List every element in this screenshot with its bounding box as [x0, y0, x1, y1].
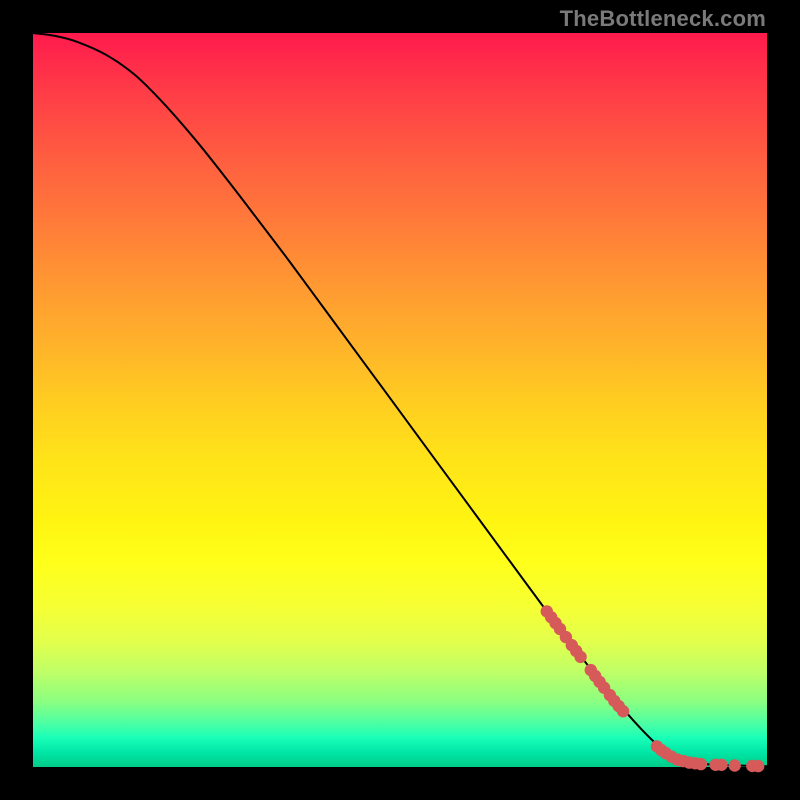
scatter-dot: [715, 759, 727, 771]
scatter-dot: [729, 759, 741, 771]
scatter-dot: [617, 705, 629, 717]
chart-svg: [33, 33, 767, 767]
scatter-dot: [574, 651, 586, 663]
bottleneck-curve: [33, 33, 767, 766]
watermark-label: TheBottleneck.com: [560, 6, 766, 32]
scatter-dot: [752, 760, 764, 772]
scatter-dot: [695, 758, 707, 770]
chart-frame: TheBottleneck.com: [0, 0, 800, 800]
scatter-group: [541, 605, 765, 772]
plot-area: [33, 33, 767, 767]
